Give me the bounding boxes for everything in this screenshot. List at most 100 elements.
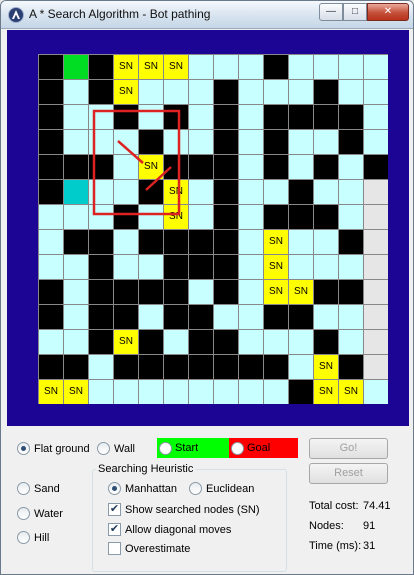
grid-cell-open[interactable] — [139, 205, 163, 229]
grid-cell-open[interactable] — [239, 180, 263, 204]
grid-cell-wall[interactable] — [189, 330, 213, 354]
grid-cell-open[interactable] — [189, 55, 213, 79]
grid-cell-wall[interactable] — [64, 155, 88, 179]
start-swatch[interactable]: Start — [157, 438, 229, 458]
grid-cell-wall[interactable] — [339, 280, 363, 304]
grid-cell-wall[interactable] — [164, 305, 188, 329]
grid-cell-open[interactable] — [364, 130, 388, 154]
grid-cell-grey[interactable] — [364, 280, 388, 304]
grid-cell-wall[interactable] — [39, 130, 63, 154]
grid-cell-open[interactable] — [89, 205, 113, 229]
grid-cell-wall[interactable] — [214, 180, 238, 204]
grid-cell-open[interactable] — [114, 380, 138, 404]
grid-cell-open[interactable] — [189, 180, 213, 204]
grid-cell-open[interactable] — [239, 155, 263, 179]
grid-cell-open[interactable] — [64, 255, 88, 279]
grid-cell-open[interactable] — [314, 305, 338, 329]
grid-cell-open[interactable] — [289, 330, 313, 354]
grid-cell-wall[interactable] — [114, 105, 138, 129]
grid-cell-open[interactable] — [289, 355, 313, 379]
grid-cell-wall[interactable] — [314, 155, 338, 179]
reset-button[interactable]: Reset — [309, 463, 388, 484]
grid-cell-open[interactable] — [264, 80, 288, 104]
grid-cell-open[interactable] — [89, 380, 113, 404]
grid-cell-wall[interactable] — [164, 105, 188, 129]
grid-cell-searched-node[interactable]: SN — [114, 80, 138, 104]
grid-cell-wall[interactable] — [189, 305, 213, 329]
grid-cell-wall[interactable] — [89, 280, 113, 304]
grid-cell-wall[interactable] — [89, 255, 113, 279]
go-button[interactable]: Go! — [309, 438, 388, 459]
grid-cell-open[interactable] — [39, 255, 63, 279]
grid-cell-open[interactable] — [339, 305, 363, 329]
terrain-sand-radio[interactable]: Sand — [17, 482, 60, 495]
grid-cell-searched-node[interactable]: SN — [114, 55, 138, 79]
grid-cell-grey[interactable] — [364, 305, 388, 329]
grid-cell-wall[interactable] — [89, 80, 113, 104]
grid-cell-open[interactable] — [164, 80, 188, 104]
grid-cell-open[interactable] — [339, 330, 363, 354]
grid-cell-wall[interactable] — [164, 355, 188, 379]
grid-cell-searched-node[interactable]: SN — [289, 280, 313, 304]
grid-cell-wall[interactable] — [264, 155, 288, 179]
grid-cell-searched-node[interactable]: SN — [139, 155, 163, 179]
grid-cell-open[interactable] — [364, 105, 388, 129]
grid-cell-open[interactable] — [39, 230, 63, 254]
grid-cell-wall[interactable] — [39, 155, 63, 179]
grid-cell-wall[interactable] — [189, 355, 213, 379]
grid-cell-wall[interactable] — [139, 355, 163, 379]
goal-radio[interactable] — [231, 441, 244, 455]
grid-cell-open[interactable] — [64, 130, 88, 154]
grid-cell-wall[interactable] — [364, 155, 388, 179]
grid-cell-searched-node[interactable]: SN — [114, 330, 138, 354]
grid-cell-wall[interactable] — [339, 355, 363, 379]
grid-cell-wall[interactable] — [314, 280, 338, 304]
grid-cell-searched-node[interactable]: SN — [139, 55, 163, 79]
grid-cell-open[interactable] — [214, 55, 238, 79]
grid-cell-open[interactable] — [114, 155, 138, 179]
grid-cell-open[interactable] — [39, 330, 63, 354]
grid-cell-open[interactable] — [314, 255, 338, 279]
grid-cell-open[interactable] — [314, 230, 338, 254]
grid-cell-wall[interactable] — [214, 155, 238, 179]
grid-cell-open[interactable] — [364, 380, 388, 404]
grid-cell-open[interactable] — [289, 130, 313, 154]
grid-cell-open[interactable] — [239, 280, 263, 304]
grid-cell-open[interactable] — [64, 80, 88, 104]
grid-cell-wall[interactable] — [214, 205, 238, 229]
grid-cell-wall[interactable] — [314, 105, 338, 129]
grid-cell-open[interactable] — [289, 80, 313, 104]
grid-cell-wall[interactable] — [164, 255, 188, 279]
grid-cell-open[interactable] — [364, 55, 388, 79]
grid-cell-searched-node[interactable]: SN — [164, 205, 188, 229]
grid-cell-wall[interactable] — [264, 305, 288, 329]
grid-cell-wall[interactable] — [314, 80, 338, 104]
grid-cell-open[interactable] — [189, 205, 213, 229]
grid-cell-open[interactable] — [139, 80, 163, 104]
grid-cell-open[interactable] — [114, 255, 138, 279]
grid-cell-wall[interactable] — [89, 155, 113, 179]
grid-cell-wall[interactable] — [214, 280, 238, 304]
grid-cell-open[interactable] — [89, 130, 113, 154]
grid-cell-wall[interactable] — [189, 230, 213, 254]
grid-cell-open[interactable] — [239, 255, 263, 279]
grid-cell-open[interactable] — [339, 80, 363, 104]
grid-cell-wall[interactable] — [264, 355, 288, 379]
grid-cell-searched-node[interactable]: SN — [264, 280, 288, 304]
heuristic-euclidean-radio[interactable]: Euclidean — [189, 482, 254, 495]
grid-cell-wall[interactable] — [39, 105, 63, 129]
grid-cell-wall[interactable] — [214, 230, 238, 254]
grid-cell-wall[interactable] — [214, 355, 238, 379]
grid-cell-open[interactable] — [89, 180, 113, 204]
grid-cell-open[interactable] — [289, 55, 313, 79]
grid-cell-wall[interactable] — [264, 205, 288, 229]
grid-cell-open[interactable] — [264, 180, 288, 204]
allow-diagonal-checkbox[interactable]: ✔ Allow diagonal moves — [108, 523, 231, 536]
grid-cell-open[interactable] — [339, 155, 363, 179]
grid-cell-open[interactable] — [189, 105, 213, 129]
grid-cell-open[interactable] — [189, 130, 213, 154]
grid-cell-wall[interactable] — [39, 355, 63, 379]
grid-cell-wall[interactable] — [64, 355, 88, 379]
terrain-wall-radio[interactable]: Wall — [97, 442, 135, 455]
grid-cell-open[interactable] — [239, 305, 263, 329]
